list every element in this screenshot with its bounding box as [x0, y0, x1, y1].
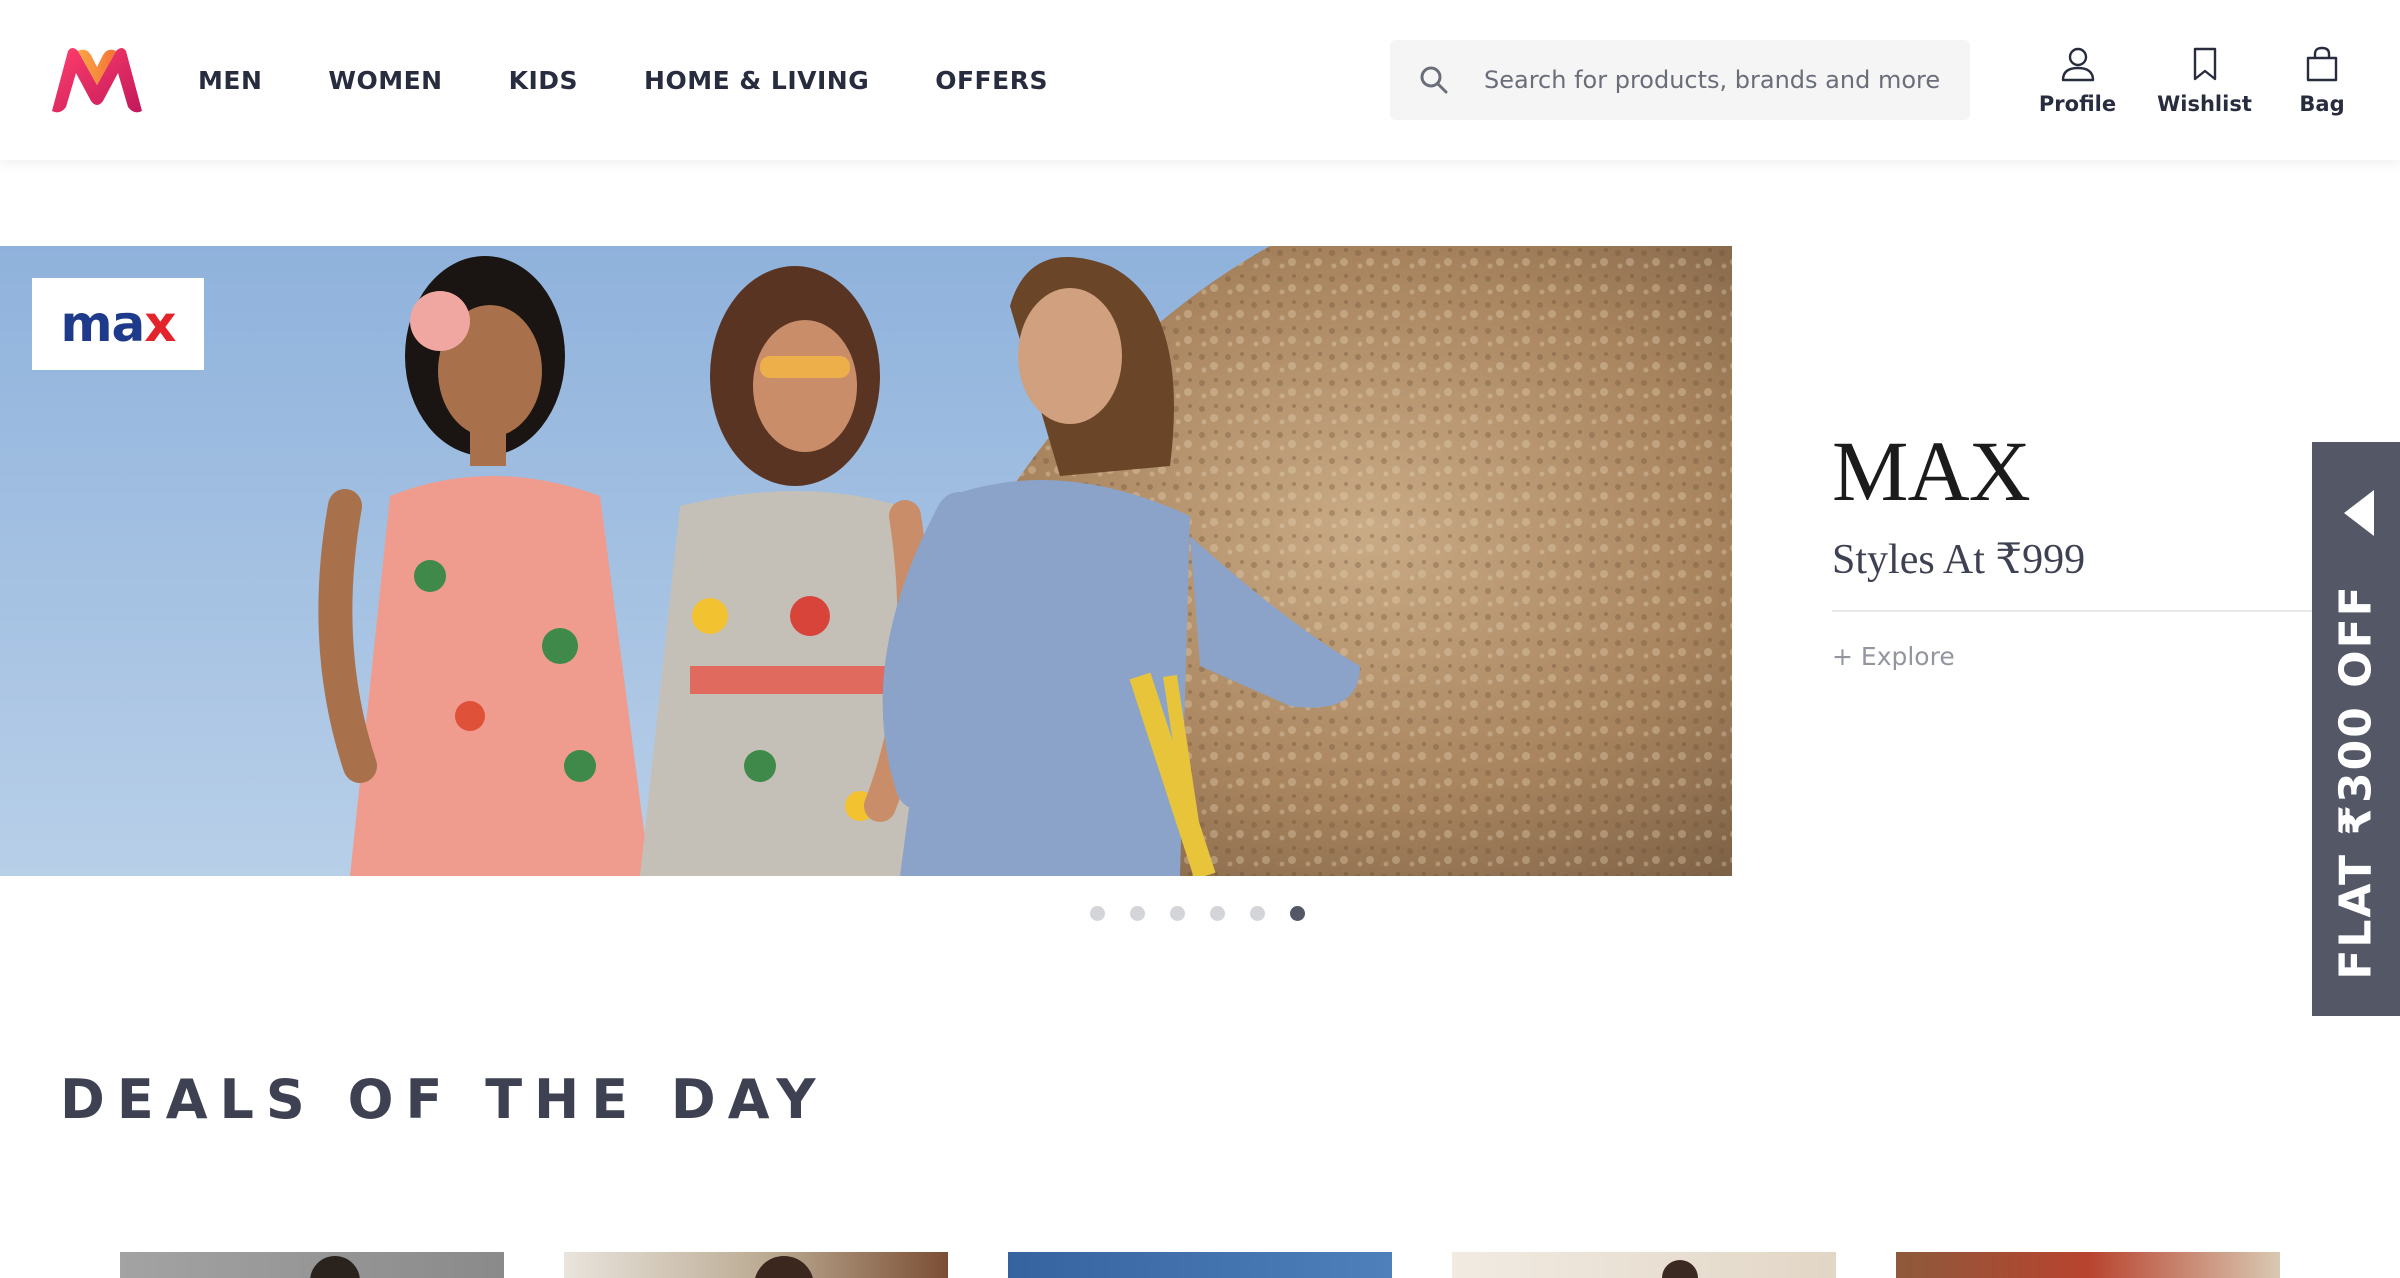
deal-card-4[interactable]	[1452, 1252, 1836, 1278]
deals-section-title: DEALS OF THE DAY	[60, 1068, 828, 1131]
nav-kids[interactable]: KIDS	[499, 66, 588, 95]
bookmark-icon	[2190, 44, 2220, 84]
profile-icon	[2060, 44, 2096, 84]
nav-women[interactable]: WOMEN	[318, 66, 452, 95]
triangle-left-icon	[2344, 490, 2374, 541]
deal-card-image	[1662, 1260, 1698, 1278]
deal-card-3[interactable]	[1008, 1252, 1392, 1278]
hero-banner-image[interactable]: max	[0, 246, 1732, 876]
carousel-dot-3[interactable]	[1170, 906, 1185, 921]
carousel-dots	[1090, 906, 1330, 921]
bag-label: Bag	[2299, 92, 2345, 116]
search-input[interactable]	[1484, 50, 1954, 110]
nav-home-living[interactable]: HOME & LIVING	[634, 66, 879, 95]
promo-subtitle: Styles At ₹999	[1832, 537, 2086, 583]
bag-button[interactable]: Bag	[2282, 44, 2362, 124]
side-tab-text: FLAT ₹300 OFF	[2330, 584, 2382, 980]
nav-offers[interactable]: OFFERS	[925, 66, 1058, 95]
wishlist-label: Wishlist	[2157, 92, 2252, 116]
explore-link[interactable]: + Explore	[1832, 642, 2312, 671]
promo-divider	[1832, 610, 2312, 612]
header-actions: Profile Wishlist Bag	[2020, 44, 2362, 124]
carousel-dot-4[interactable]	[1210, 906, 1225, 921]
brand-logo-x: x	[144, 295, 176, 353]
shopping-bag-icon	[2305, 44, 2339, 84]
promo-title: MAX	[1832, 423, 2031, 519]
brand-logo-text: max	[60, 295, 176, 353]
carousel-dot-5[interactable]	[1250, 906, 1265, 921]
wishlist-button[interactable]: Wishlist	[2147, 44, 2262, 124]
flat-off-side-tab[interactable]: FLAT ₹300 OFF	[2312, 442, 2400, 1016]
carousel-dot-2[interactable]	[1130, 906, 1145, 921]
nav-men[interactable]: MEN	[188, 66, 272, 95]
deal-card-image	[310, 1256, 360, 1278]
carousel-dot-1[interactable]	[1090, 906, 1105, 921]
profile-button[interactable]: Profile	[2020, 44, 2135, 124]
deal-card-2[interactable]	[564, 1252, 948, 1278]
deal-card-image	[754, 1256, 814, 1278]
main-nav: MEN WOMEN KIDS HOME & LIVING OFFERS	[188, 0, 1081, 160]
myntra-logo-icon[interactable]	[48, 45, 146, 115]
deal-card-1[interactable]	[120, 1252, 504, 1278]
carousel-dot-6[interactable]	[1290, 906, 1305, 921]
search-icon[interactable]	[1402, 40, 1466, 120]
profile-label: Profile	[2038, 92, 2117, 116]
deal-card-5[interactable]	[1896, 1252, 2280, 1278]
banner-illustration	[0, 246, 1732, 876]
top-header: MEN WOMEN KIDS HOME & LIVING OFFERS Prof…	[0, 0, 2400, 160]
brand-logo-badge: max	[32, 278, 204, 370]
banner-promo: MAX Styles At ₹999 + Explore	[1832, 426, 2312, 671]
search-bar	[1390, 40, 1970, 120]
